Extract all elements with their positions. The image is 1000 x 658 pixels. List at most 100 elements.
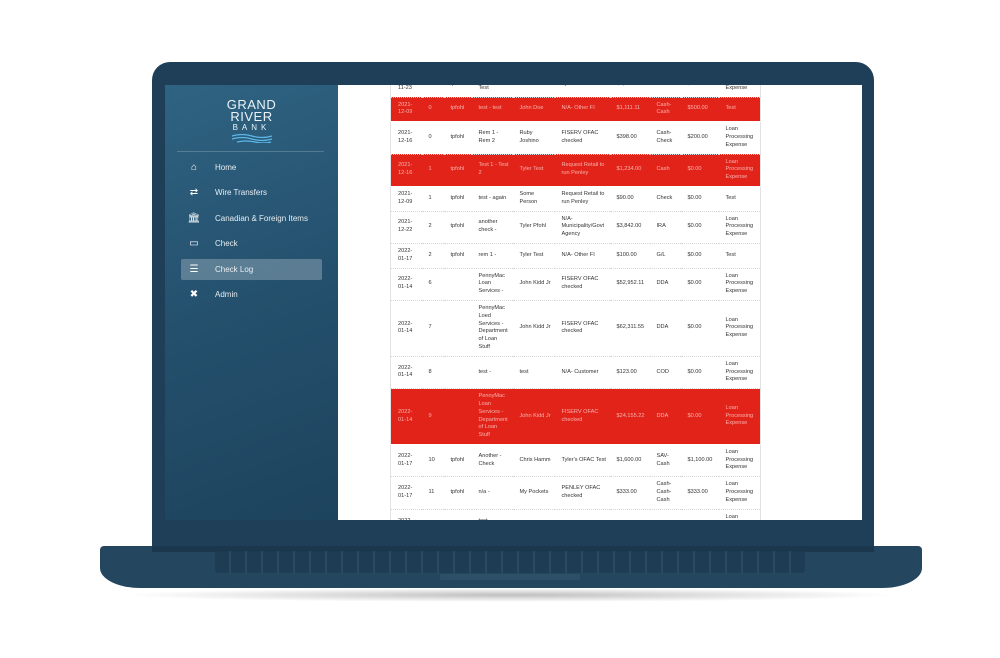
cell-cash-amount: $333.00 bbox=[680, 476, 719, 510]
cell-amount: $1,234.00 bbox=[609, 154, 650, 187]
cell-check-number: 2 bbox=[421, 211, 444, 244]
cell-ofac-status: FISERV OFAC checked bbox=[554, 388, 610, 445]
cell-user: tpfohl bbox=[443, 243, 472, 269]
cell-remitter: rem 1 - bbox=[471, 243, 513, 269]
logo-line-3: BANK bbox=[232, 123, 271, 132]
cell-user bbox=[443, 268, 472, 301]
cell-cash-amount: $0.00 bbox=[680, 268, 719, 301]
laptop-shadow bbox=[120, 588, 900, 602]
cell-remitter: n/a - bbox=[471, 476, 513, 510]
sidebar-item-label: Check bbox=[215, 239, 238, 249]
cell-remitter: test - bbox=[471, 356, 513, 390]
cell-ofac-status: FISERV OFAC checked bbox=[554, 268, 610, 301]
cell-ofac-status: Tyler's OFAC Test bbox=[554, 444, 610, 478]
table-row-flagged[interactable]: 2021-12-16 1 tpfohl Test 1 - Test 2 Tyler Te… bbox=[390, 154, 761, 187]
sidebar-item-check-log[interactable]: ☰ Check Log bbox=[181, 258, 322, 280]
cell-cash-amount: $0.00 bbox=[680, 211, 719, 244]
sidebar-item-check[interactable]: ▭ Check bbox=[181, 233, 322, 254]
cell-date: 2021-12-22 bbox=[390, 211, 422, 244]
sidebar-item-label: Admin bbox=[215, 289, 238, 299]
trackpad bbox=[440, 574, 580, 580]
cell-payee: Tyler Pfohl bbox=[512, 211, 555, 244]
cell-date: 2022-01-17 bbox=[390, 444, 422, 478]
cell-remitter: And Another Test bbox=[471, 85, 513, 98]
cell-check-number: 10 bbox=[421, 444, 444, 478]
cell-payee: Tyler Test bbox=[512, 154, 555, 187]
table-row[interactable]: 2022-01-1812tpfohltest - remitterTyler T… bbox=[390, 509, 761, 520]
sidebar-item-admin[interactable]: ✖ Admin bbox=[181, 284, 322, 305]
sidebar-divider bbox=[177, 151, 324, 152]
cell-type: SAV-Cash bbox=[649, 444, 681, 478]
laptop-screen: GRAND RIVER BANK ⌂ Home ⇄ Wire Transfers 🏛 Ca… bbox=[165, 85, 862, 520]
sidebar-item-label: Home bbox=[215, 163, 237, 172]
cell-user: tpfohl bbox=[443, 154, 472, 187]
cell-amount: $1,600.00 bbox=[609, 444, 650, 478]
wire-transfer-icon: ⇄ bbox=[189, 187, 199, 199]
cell-purpose: Loan Processing Expense bbox=[718, 268, 761, 301]
cell-purpose: Loan Processing Expense bbox=[718, 444, 761, 478]
cell-ofac-status: Request Retail to run Penley bbox=[554, 154, 610, 187]
table-row[interactable]: 2022-01-14 6 PennyMac Loan Services - John … bbox=[390, 268, 761, 301]
cell-type: DDA bbox=[649, 388, 681, 445]
table-row[interactable]: 2022-01-17 11 tpfohl n/a - My Pockets PENLEY … bbox=[390, 476, 761, 510]
sidebar-item-canadian-foreign-items[interactable]: 🏛 Canadian & Foreign Items bbox=[181, 208, 322, 229]
cell-type: Cash bbox=[649, 154, 681, 187]
list-icon: ☰ bbox=[189, 263, 199, 275]
cell-purpose: Test bbox=[718, 243, 761, 269]
cell-remitter: test - remitter bbox=[471, 509, 513, 520]
cell-check-number: 0 bbox=[421, 85, 444, 98]
sidebar-item-home[interactable]: ⌂ Home bbox=[181, 157, 322, 178]
cell-purpose: Loan Processing Expense bbox=[718, 121, 761, 155]
cell-payee: John Kidd Jr bbox=[512, 268, 555, 301]
cell-purpose: Processing Expense bbox=[718, 85, 761, 98]
table-row[interactable]: 2021-11-230tpfohlAnd Another TestBZS TES… bbox=[390, 85, 761, 98]
cell-remitter: Rem 1 - Rem 2 bbox=[471, 121, 513, 155]
cell-user bbox=[443, 300, 472, 357]
cell-type: DDA bbox=[649, 268, 681, 301]
cell-cash-amount: $1,100.00 bbox=[680, 444, 719, 478]
cell-payee: Chris Hamm bbox=[512, 444, 555, 478]
bank-icon: 🏛 bbox=[187, 212, 201, 224]
cell-purpose: Loan Processing Expense bbox=[718, 211, 761, 244]
cell-check-number: 12 bbox=[421, 509, 444, 520]
cell-remitter: Test 1 - Test 2 bbox=[471, 154, 513, 187]
cell-amount: $600.00 bbox=[609, 509, 650, 520]
cell-remitter: PennyMac Loan Services - Department of L… bbox=[471, 388, 513, 445]
cell-amount: $9,483.23 bbox=[609, 85, 650, 98]
cell-ofac-status: N/A- Customer bbox=[554, 356, 610, 390]
cell-ofac-status: Request Retail to run Penley bbox=[554, 186, 610, 212]
table-row-flagged[interactable]: 2022-01-14 9 PennyMac Loan Services - Depa… bbox=[390, 388, 761, 445]
cell-type: Cash bbox=[649, 509, 681, 520]
sidebar-item-wire-transfers[interactable]: ⇄ Wire Transfers bbox=[181, 182, 322, 203]
cell-purpose: Loan Processing Expense bbox=[718, 154, 761, 187]
table-row[interactable]: 2022-01-14 8 test - test N/A- Customer $123.0… bbox=[390, 356, 761, 390]
cell-cash-amount: $0.00 bbox=[680, 154, 719, 187]
cell-check-number: 8 bbox=[421, 356, 444, 390]
cell-date: 2021-11-23 bbox=[390, 85, 422, 98]
cell-payee: My Pockets bbox=[512, 476, 555, 510]
cell-amount: $52,952.11 bbox=[609, 268, 650, 301]
cell-date: 2022-01-14 bbox=[390, 268, 422, 301]
table-row[interactable]: 2022-01-17 10 tpfohl Another - Check Chris H… bbox=[390, 444, 761, 478]
cell-user: tpfohl bbox=[443, 85, 472, 98]
cell-remitter: PennyMac Loan Services - bbox=[471, 268, 513, 301]
check-card-icon: ▭ bbox=[189, 238, 199, 250]
cell-ofac-status: FISERV OFAC checked bbox=[554, 121, 610, 155]
cell-user bbox=[443, 388, 472, 445]
keyboard bbox=[215, 551, 805, 573]
table-row[interactable]: 2021-12-09 1 tpfohl test - again Some Person… bbox=[390, 186, 761, 212]
table-row-flagged[interactable]: 2021-12-09 0 tpfohl test - test John Doe N/A-… bbox=[390, 97, 761, 123]
table-row[interactable]: 2021-12-16 0 tpfohl Rem 1 - Rem 2 Ruby Joshi… bbox=[390, 121, 761, 155]
table-row[interactable]: 2021-12-22 2 tpfohl another check - Tyler Pf… bbox=[390, 211, 761, 244]
cell-amount: $398.00 bbox=[609, 121, 650, 155]
cell-cash-amount: $0.00 bbox=[680, 388, 719, 445]
cell-payee: test bbox=[512, 356, 555, 390]
table-row[interactable]: 2022-01-14 7 PennyMac Loed Services - Depa… bbox=[390, 300, 761, 357]
cell-date: 2022-01-14 bbox=[390, 300, 422, 357]
cell-payee: John Kidd Jr bbox=[512, 388, 555, 445]
sidebar-nav: ⌂ Home ⇄ Wire Transfers 🏛 Canadian & Foreign … bbox=[181, 157, 322, 309]
grand-river-bank-logo[interactable]: GRAND RIVER BANK bbox=[165, 98, 338, 143]
cell-purpose: Loan Processing Expense bbox=[718, 300, 761, 357]
cell-cash-amount: $500.00 bbox=[680, 97, 719, 123]
table-row[interactable]: 2022-01-17 2 tpfohl rem 1 - Tyler Test N/A- O… bbox=[390, 243, 761, 269]
